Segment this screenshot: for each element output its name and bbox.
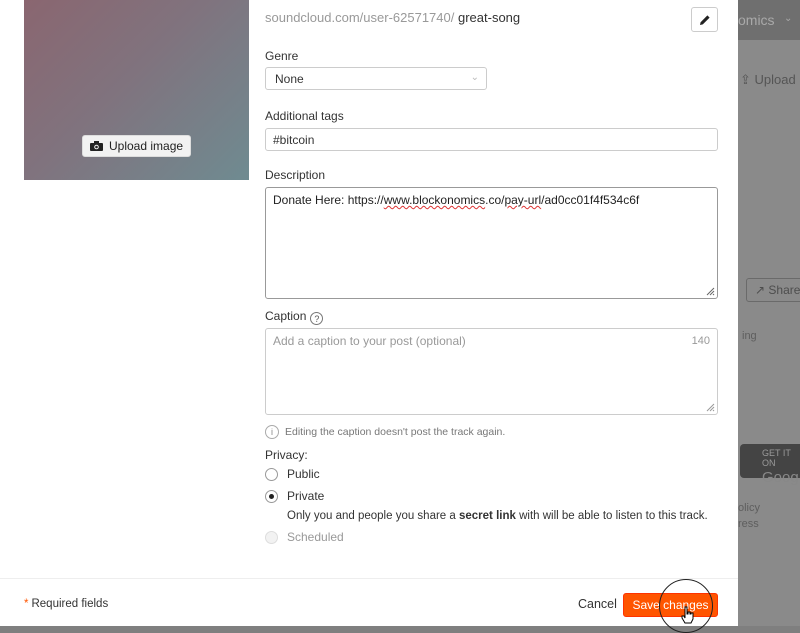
cancel-button[interactable]: Cancel — [578, 597, 617, 611]
background-upload-text: Upload h — [754, 72, 800, 87]
genre-label: Genre — [265, 49, 299, 63]
caption-textarea[interactable]: Add a caption to your post (optional) 14… — [265, 328, 718, 415]
google-badge-name: Goog — [762, 469, 799, 486]
background-text-fragment: ress — [738, 518, 759, 530]
description-textarea[interactable]: Donate Here: https://www.blockonomics.co… — [265, 187, 718, 299]
edit-permalink-button[interactable] — [691, 7, 718, 32]
background-share-button: ↗ Share — [746, 278, 800, 302]
chevron-down-icon: ⌄ — [784, 13, 793, 24]
private-desc-text: Only you and people you share a — [287, 510, 459, 522]
background-text-fragment: ing — [742, 330, 757, 342]
upload-icon: ⇪ — [740, 72, 751, 87]
private-desc-text: with will be able to listen to this trac… — [515, 510, 708, 522]
privacy-option-scheduled: Scheduled — [265, 530, 344, 544]
caption-label: Caption? — [265, 309, 324, 325]
share-icon: ↗ — [755, 283, 766, 297]
caption-note-text: Editing the caption doesn't post the tra… — [285, 426, 506, 438]
edit-track-modal: Upload image soundcloud.com/user-6257174… — [0, 0, 738, 633]
description-text-part: Donate Here: https:// — [273, 193, 384, 207]
privacy-label: Privacy: — [265, 448, 308, 462]
background-topbar-text: omics — [738, 12, 775, 28]
background-share-text: Share — [768, 283, 800, 297]
privacy-option-label: Public — [287, 467, 320, 481]
radio-button[interactable] — [265, 467, 278, 481]
pencil-icon — [699, 14, 710, 25]
required-fields-note: * Required fields — [24, 598, 108, 610]
caption-note: i Editing the caption doesn't post the t… — [265, 425, 505, 439]
upload-image-label: Upload image — [109, 139, 184, 153]
privacy-option-public[interactable]: Public — [265, 467, 320, 481]
caption-label-text: Caption — [265, 309, 307, 323]
permalink-slug: great-song — [457, 10, 521, 25]
info-icon: i — [265, 425, 279, 439]
upload-image-button[interactable]: Upload image — [82, 135, 191, 157]
background-upload-link: ⇪ Upload h — [740, 72, 800, 88]
tags-label: Additional tags — [265, 109, 344, 123]
track-permalink: soundcloud.com/user-62571740/ great-song — [265, 10, 520, 25]
description-text-part: www.blockonomics — [383, 193, 486, 207]
privacy-option-private[interactable]: Private — [265, 489, 324, 503]
radio-button — [265, 530, 278, 544]
camera-icon — [90, 141, 103, 151]
background-topbar: omics ⌄ — [738, 0, 800, 40]
privacy-option-label: Scheduled — [287, 530, 344, 544]
chevron-down-icon: ⌄ — [470, 72, 479, 83]
description-text-part: .co/ — [485, 193, 505, 207]
description-label: Description — [265, 168, 326, 182]
tags-value: #bitcoin — [273, 133, 315, 147]
google-badge-top: GET IT ON — [762, 448, 791, 468]
radio-button[interactable] — [265, 489, 278, 503]
google-play-badge: GET IT ON Goog — [740, 444, 800, 486]
genre-select[interactable]: None ⌄ — [265, 67, 487, 90]
privacy-option-label: Private — [287, 489, 325, 503]
tags-input[interactable]: #bitcoin — [265, 128, 718, 151]
genre-selected-value: None — [275, 72, 304, 86]
required-fields-text: Required fields — [31, 598, 109, 610]
background-page: omics ⌄ ⇪ Upload h ↗ Share ing GET IT ON… — [738, 0, 800, 626]
private-description: Only you and people you share a secret l… — [287, 510, 708, 522]
background-text-fragment: olicy — [738, 502, 761, 514]
caption-char-count: 140 — [691, 335, 710, 347]
required-star: * — [24, 598, 29, 610]
description-text-part: pay-url — [504, 193, 542, 207]
save-changes-button[interactable]: Save changes — [623, 593, 718, 617]
resize-grip-icon[interactable] — [706, 287, 715, 296]
permalink-prefix: soundcloud.com/user-62571740/ — [265, 10, 455, 25]
resize-grip-icon[interactable] — [706, 403, 715, 412]
help-icon[interactable]: ? — [310, 312, 324, 325]
description-text-part: /ad0cc01f4f534c6f — [541, 193, 640, 207]
secret-link-text: secret link — [458, 510, 516, 522]
caption-placeholder: Add a caption to your post (optional) — [273, 334, 466, 348]
